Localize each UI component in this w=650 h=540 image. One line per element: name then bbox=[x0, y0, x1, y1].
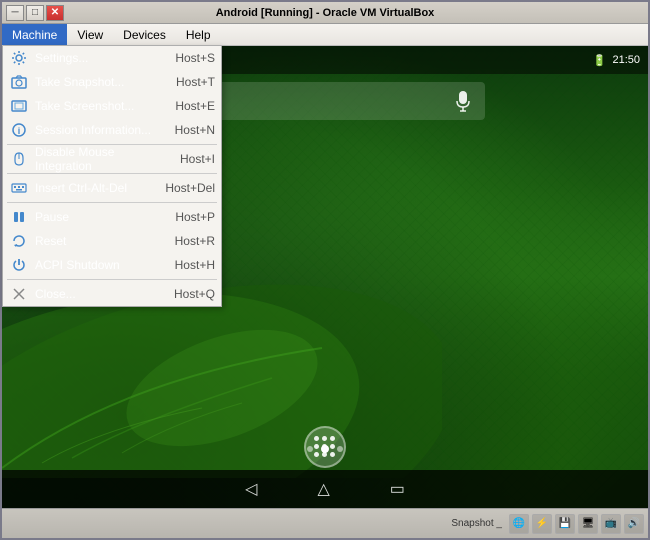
menu-item-settings[interactable]: Settings... Host+S bbox=[3, 46, 221, 70]
snapshot-label: Take Snapshot... bbox=[35, 75, 170, 89]
windows-taskbar: Snapshot _ 🌐 ⚡ 💾 🖥 📺 🔊 bbox=[2, 508, 648, 538]
screenshot-icon bbox=[9, 96, 29, 116]
pause-shortcut: Host+P bbox=[175, 210, 215, 224]
ctrl-label: Insert Ctrl-Alt-Del bbox=[35, 181, 159, 195]
screenshot-shortcut: Host+E bbox=[175, 99, 215, 113]
svg-text:i: i bbox=[18, 126, 21, 136]
close-label: Close... bbox=[35, 287, 168, 301]
menu-help[interactable]: Help bbox=[176, 24, 221, 45]
menu-item-reset[interactable]: Reset Host+R bbox=[3, 229, 221, 253]
session-shortcut: Host+N bbox=[175, 123, 215, 137]
power-icon bbox=[9, 255, 29, 275]
separator-4 bbox=[7, 279, 217, 280]
acpi-label: ACPI Shutdown bbox=[35, 258, 169, 272]
back-button[interactable]: ◁ bbox=[245, 479, 257, 499]
title-bar: ─ □ ✕ Android [Running] - Oracle VM Virt… bbox=[2, 2, 648, 24]
reset-icon bbox=[9, 231, 29, 251]
pause-label: Pause bbox=[35, 210, 169, 224]
taskbar-icon-3[interactable]: 💾 bbox=[555, 514, 575, 534]
snapshot-shortcut: Host+T bbox=[176, 75, 215, 89]
menu-item-ctrl-alt-del[interactable]: Insert Ctrl-Alt-Del Host+Del bbox=[3, 176, 221, 200]
menu-item-mouse[interactable]: Disable Mouse Integration Host+I bbox=[3, 147, 221, 171]
virtualbox-window: ─ □ ✕ Android [Running] - Oracle VM Virt… bbox=[0, 0, 650, 540]
snapshot-icon bbox=[9, 72, 29, 92]
settings-icon bbox=[9, 48, 29, 68]
reset-shortcut: Host+R bbox=[175, 234, 215, 248]
time-display: 21:50 bbox=[612, 54, 640, 66]
battery-icon: 🔋 bbox=[593, 54, 607, 67]
android-nav-bar: ◁ △ ▭ bbox=[2, 470, 648, 508]
menu-item-close[interactable]: Close... Host+Q bbox=[3, 282, 221, 306]
separator-2 bbox=[7, 173, 217, 174]
keyboard-icon bbox=[9, 178, 29, 198]
window-title: Android [Running] - Oracle VM VirtualBox bbox=[66, 7, 584, 19]
mouse-shortcut: Host+I bbox=[180, 152, 215, 166]
menu-item-snapshot[interactable]: Take Snapshot... Host+T bbox=[3, 70, 221, 94]
menu-bar: Machine Settings... Host+S bbox=[2, 24, 648, 46]
taskbar-icon-4[interactable]: 🖥 bbox=[578, 514, 598, 534]
close-window-button[interactable]: ✕ bbox=[46, 5, 64, 21]
settings-label: Settings... bbox=[35, 51, 169, 65]
settings-shortcut: Host+S bbox=[175, 51, 215, 65]
session-icon: i bbox=[9, 120, 29, 140]
session-label: Session Information... bbox=[35, 123, 169, 137]
minimize-button[interactable]: ─ bbox=[6, 5, 24, 21]
home-button[interactable]: △ bbox=[317, 479, 329, 499]
ctrl-shortcut: Host+Del bbox=[165, 181, 215, 195]
reset-label: Reset bbox=[35, 234, 169, 248]
taskbar-icon-1[interactable]: 🌐 bbox=[509, 514, 529, 534]
maximize-button[interactable]: □ bbox=[26, 5, 44, 21]
snapshot-text: Snapshot _ bbox=[451, 518, 502, 529]
pause-icon bbox=[9, 207, 29, 227]
screenshot-label: Take Screenshot... bbox=[35, 99, 169, 113]
menu-item-session[interactable]: i Session Information... Host+N bbox=[3, 118, 221, 142]
app-drawer-button[interactable] bbox=[304, 426, 346, 468]
grid-dots bbox=[314, 436, 336, 458]
mouse-label: Disable Mouse Integration bbox=[35, 145, 174, 173]
close-shortcut: Host+Q bbox=[174, 287, 215, 301]
recent-button[interactable]: ▭ bbox=[390, 479, 405, 499]
separator-3 bbox=[7, 202, 217, 203]
acpi-shortcut: Host+H bbox=[175, 258, 215, 272]
menu-item-acpi[interactable]: ACPI Shutdown Host+H bbox=[3, 253, 221, 277]
taskbar-icon-2[interactable]: ⚡ bbox=[532, 514, 552, 534]
menu-view[interactable]: View bbox=[67, 24, 113, 45]
machine-dropdown: Settings... Host+S Take Snapshot... Host… bbox=[2, 46, 222, 307]
menu-item-screenshot[interactable]: Take Screenshot... Host+E bbox=[3, 94, 221, 118]
mouse-icon bbox=[9, 149, 29, 169]
taskbar-icon-5[interactable]: 📺 bbox=[601, 514, 621, 534]
menu-machine[interactable]: Machine Settings... Host+S bbox=[2, 24, 67, 45]
menu-item-pause[interactable]: Pause Host+P bbox=[3, 205, 221, 229]
menu-devices[interactable]: Devices bbox=[113, 24, 176, 45]
close-menu-icon bbox=[9, 284, 29, 304]
taskbar-icon-6[interactable]: 🔊 bbox=[624, 514, 644, 534]
mic-icon[interactable] bbox=[453, 88, 473, 114]
